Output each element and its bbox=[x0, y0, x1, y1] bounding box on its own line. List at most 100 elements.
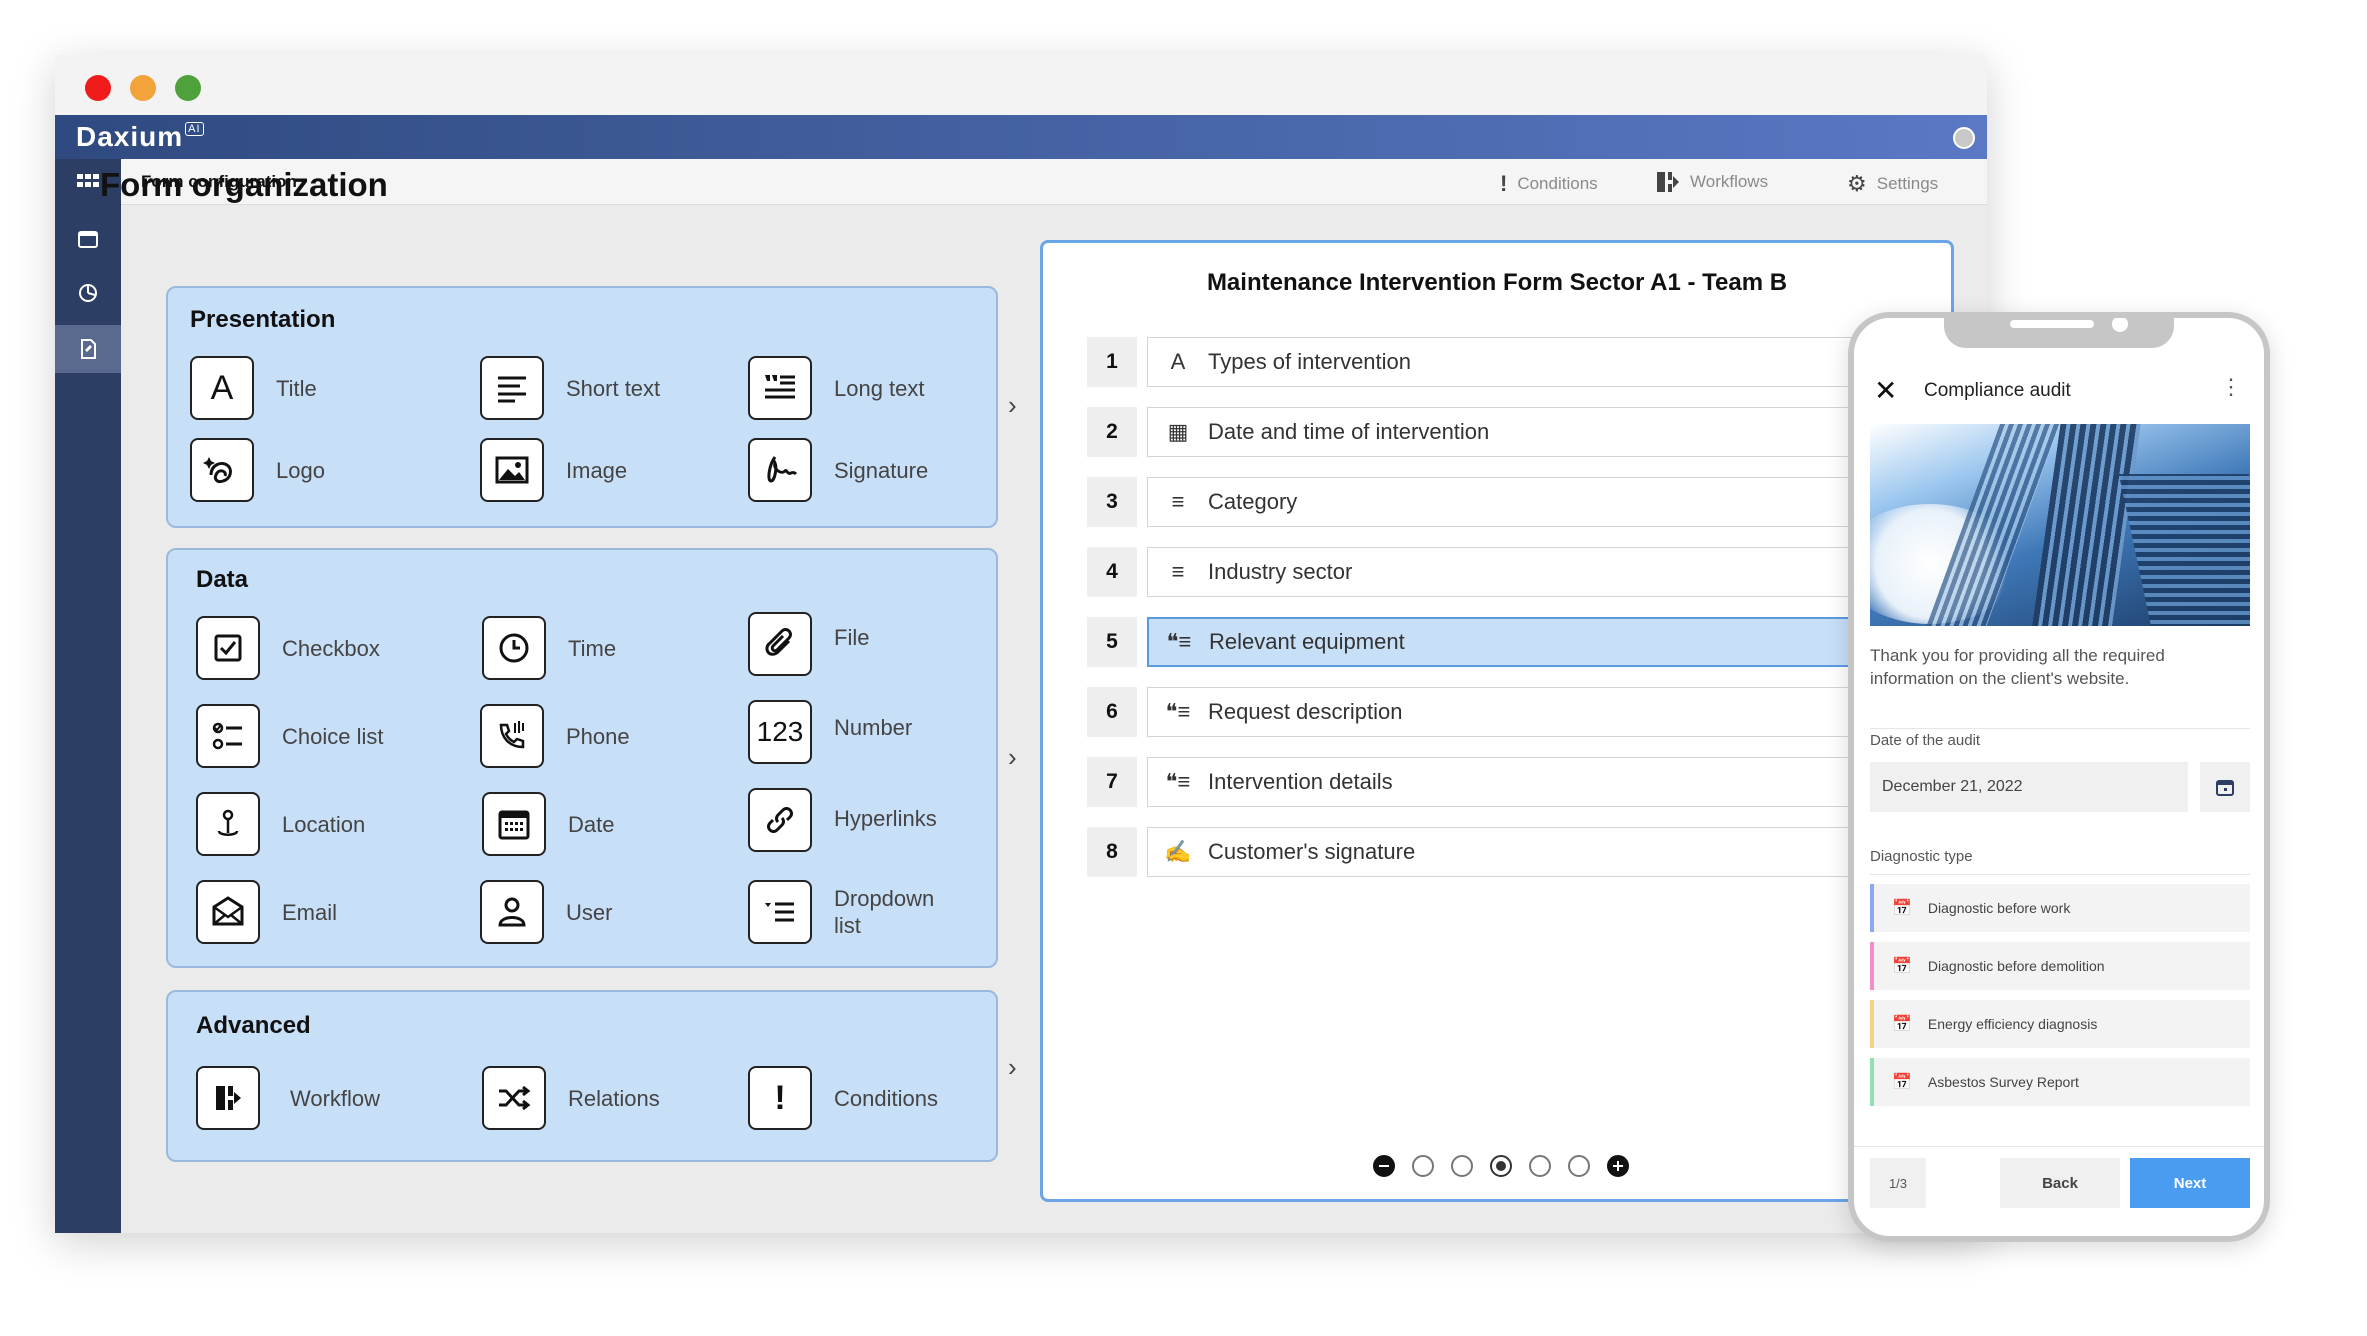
close-window-button[interactable] bbox=[85, 75, 111, 101]
kebab-menu-icon[interactable]: ⋮ bbox=[2220, 374, 2242, 400]
diagnostic-option[interactable]: 📅 Asbestos Survey Report bbox=[1870, 1058, 2250, 1106]
chevron-right-icon[interactable]: › bbox=[1008, 1052, 1017, 1083]
link-icon bbox=[748, 788, 812, 852]
diagnostic-option[interactable]: 📅 Diagnostic before work bbox=[1870, 884, 2250, 932]
avatar[interactable] bbox=[1953, 127, 1975, 149]
form-field-label: Date and time of intervention bbox=[1208, 419, 1490, 444]
chevron-right-icon[interactable]: › bbox=[1008, 742, 1017, 773]
field-conditions[interactable]: ! Conditions bbox=[748, 1066, 938, 1130]
paperclip-icon bbox=[748, 612, 812, 676]
signature-icon: ✍ bbox=[1164, 839, 1192, 864]
field-phone[interactable]: Phone bbox=[480, 704, 630, 768]
shuffle-icon bbox=[482, 1066, 546, 1130]
field-relations[interactable]: Relations bbox=[482, 1066, 660, 1130]
field-file[interactable]: File bbox=[748, 612, 869, 676]
page-title: Form organization bbox=[100, 166, 388, 203]
field-user[interactable]: User bbox=[480, 880, 612, 944]
page-dot[interactable] bbox=[1412, 1155, 1434, 1177]
field-time[interactable]: Time bbox=[482, 616, 616, 680]
gear-icon: ⚙ bbox=[1847, 171, 1867, 196]
phone-notch bbox=[1944, 318, 2174, 348]
field-dropdown-list[interactable]: Dropdown list bbox=[748, 880, 944, 944]
phone-preview: ✕ Compliance audit ⋮ Thank you for provi… bbox=[1848, 312, 2270, 1242]
settings-tab[interactable]: ⚙ Settings bbox=[1847, 171, 1938, 197]
form-field-row[interactable]: ❝≡ Request description bbox=[1147, 687, 1947, 737]
app-header: Daxium AI bbox=[55, 115, 1987, 159]
field-choice-list[interactable]: Choice list bbox=[196, 704, 383, 768]
form-field-row[interactable]: ❝≡ Intervention details bbox=[1147, 757, 1947, 807]
diagnostic-option-label: Diagnostic before work bbox=[1927, 900, 2071, 916]
chevron-right-icon[interactable]: › bbox=[1008, 390, 1017, 421]
row-number: 8 bbox=[1087, 827, 1137, 877]
row-number: 5 bbox=[1087, 617, 1137, 667]
short-text-icon: ≡ bbox=[1171, 489, 1185, 514]
form-field-row[interactable]: ✍ Customer's signature bbox=[1147, 827, 1947, 877]
previous-page-button[interactable] bbox=[1373, 1155, 1395, 1177]
window-titlebar bbox=[55, 55, 1987, 115]
next-button[interactable]: Next bbox=[2130, 1158, 2250, 1208]
field-long-text[interactable]: Long text bbox=[748, 356, 925, 420]
calendar-icon[interactable] bbox=[55, 215, 121, 263]
number-icon: 123 bbox=[748, 700, 812, 764]
form-field-row[interactable]: A Types of intervention bbox=[1147, 337, 1947, 387]
date-field[interactable]: December 21, 2022 bbox=[1870, 762, 2188, 812]
location-pin-icon bbox=[196, 792, 260, 856]
date-label: Date of the audit bbox=[1870, 732, 1981, 749]
calendar-icon: 📅 bbox=[1892, 900, 1912, 917]
row-number: 3 bbox=[1087, 477, 1137, 527]
panel-title: Presentation bbox=[190, 306, 336, 333]
workflow-icon bbox=[196, 1066, 260, 1130]
long-text-icon: ❝≡ bbox=[1165, 699, 1191, 724]
field-title[interactable]: A Title bbox=[190, 356, 317, 420]
conditions-tab[interactable]: ! Conditions bbox=[1500, 171, 1598, 197]
field-hyperlinks[interactable]: Hyperlinks bbox=[748, 788, 937, 852]
advanced-panel: Advanced Workflow Relations ! Conditions bbox=[166, 990, 998, 1162]
back-button[interactable]: Back bbox=[2000, 1158, 2120, 1208]
dropdown-list-icon bbox=[748, 880, 812, 944]
image-icon bbox=[480, 438, 544, 502]
field-number[interactable]: 123 Number bbox=[748, 700, 912, 764]
page-dot[interactable] bbox=[1568, 1155, 1590, 1177]
page-dot[interactable] bbox=[1529, 1155, 1551, 1177]
field-image[interactable]: Image bbox=[480, 438, 627, 502]
calendar-icon: 📅 bbox=[1892, 958, 1912, 975]
form-editor-icon[interactable] bbox=[55, 325, 121, 373]
form-preview: Maintenance Intervention Form Sector A1 … bbox=[1040, 240, 1954, 1202]
calendar-icon bbox=[482, 792, 546, 856]
maximize-window-button[interactable] bbox=[175, 75, 201, 101]
diagnostic-option[interactable]: 📅 Energy efficiency diagnosis bbox=[1870, 1000, 2250, 1048]
data-panel: Data Checkbox Time File Choice list Phon… bbox=[166, 548, 998, 968]
brand-logo: Daxium AI bbox=[76, 121, 204, 153]
form-field-row[interactable]: ≡ Category bbox=[1147, 477, 1947, 527]
close-icon[interactable]: ✕ bbox=[1874, 374, 1897, 407]
workflows-tab[interactable]: Workflows bbox=[1656, 171, 1768, 193]
field-signature[interactable]: Signature bbox=[748, 438, 928, 502]
form-field-row[interactable]: ❝≡ Relevant equipment bbox=[1147, 617, 1947, 667]
field-date[interactable]: Date bbox=[482, 792, 614, 856]
form-title: Maintenance Intervention Form Sector A1 … bbox=[1206, 269, 1788, 296]
field-logo[interactable]: Logo bbox=[190, 438, 325, 502]
page-dot[interactable] bbox=[1490, 1155, 1512, 1177]
workflow-icon bbox=[1657, 172, 1679, 192]
panel-title: Advanced bbox=[196, 1012, 311, 1039]
next-page-button[interactable] bbox=[1607, 1155, 1629, 1177]
field-email[interactable]: Email bbox=[196, 880, 337, 944]
page-indicator: 1/3 bbox=[1870, 1158, 1926, 1208]
diagnostic-option[interactable]: 📅 Diagnostic before demolition bbox=[1870, 942, 2250, 990]
field-workflow[interactable]: Workflow bbox=[196, 1066, 380, 1130]
field-location[interactable]: Location bbox=[196, 792, 365, 856]
field-short-text[interactable]: Short text bbox=[480, 356, 660, 420]
form-field-label: Customer's signature bbox=[1208, 839, 1416, 864]
minimize-window-button[interactable] bbox=[130, 75, 156, 101]
page-dot[interactable] bbox=[1451, 1155, 1473, 1177]
calendar-icon[interactable] bbox=[2200, 762, 2250, 812]
signature-icon bbox=[748, 438, 812, 502]
calendar-icon: 📅 bbox=[1892, 1074, 1912, 1091]
letter-a-icon: A bbox=[190, 356, 254, 420]
pie-chart-icon[interactable] bbox=[55, 269, 121, 317]
field-checkbox[interactable]: Checkbox bbox=[196, 616, 380, 680]
long-text-icon: ❝≡ bbox=[1166, 629, 1192, 654]
form-field-row[interactable]: ▦ Date and time of intervention bbox=[1147, 407, 1947, 457]
row-number: 4 bbox=[1087, 547, 1137, 597]
form-field-row[interactable]: ≡ Industry sector bbox=[1147, 547, 1947, 597]
